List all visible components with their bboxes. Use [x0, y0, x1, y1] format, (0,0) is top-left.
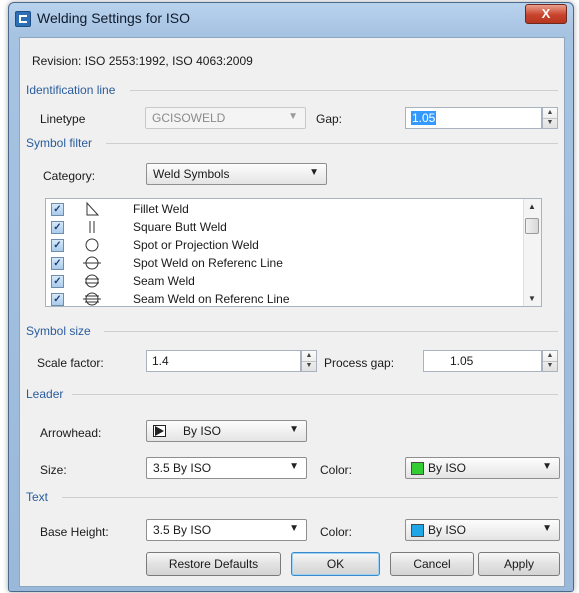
process-gap-spinner[interactable]: ▲ ▼ — [542, 350, 558, 372]
divider — [72, 394, 558, 395]
base-height-value: 3.5 By ISO — [153, 523, 212, 537]
leader-color-value: By ISO — [428, 461, 467, 475]
text-section-label: Text — [26, 490, 49, 504]
linetype-select[interactable]: GCISOWELD ▼ — [145, 107, 306, 129]
process-gap-input[interactable]: 1.05 — [423, 350, 542, 372]
symbol-size-section-label: Symbol size — [26, 324, 91, 338]
seam-weld-icon — [85, 274, 99, 288]
chevron-down-icon: ▼ — [288, 111, 298, 122]
leader-size-label: Size: — [40, 463, 67, 477]
dialog-body: Revision: ISO 2553:1992, ISO 4063:2009 I… — [19, 37, 565, 587]
app-icon — [15, 11, 31, 27]
spot-weld-reference-icon — [83, 256, 101, 270]
list-item-label: Square Butt Weld — [133, 220, 227, 234]
checkbox[interactable]: ✓ — [51, 203, 64, 216]
checkbox[interactable]: ✓ — [51, 293, 64, 306]
spin-down-icon[interactable]: ▼ — [543, 118, 557, 128]
category-label: Category: — [43, 169, 96, 183]
category-select[interactable]: Weld Symbols ▼ — [146, 163, 327, 185]
gap-input[interactable]: 1.05 — [405, 107, 542, 129]
leader-color-label: Color: — [320, 463, 353, 477]
chevron-down-icon: ▼ — [289, 523, 299, 534]
leader-section-label: Leader — [26, 387, 64, 401]
base-height-select[interactable]: 3.5 By ISO ▼ — [146, 519, 307, 541]
symbol-list[interactable]: ✓ Fillet Weld ✓ Square Butt Weld ✓ Spot … — [45, 198, 542, 307]
symbol-filter-section-label: Symbol filter — [26, 136, 93, 150]
list-item-label: Fillet Weld — [133, 202, 189, 216]
scroll-up-icon[interactable]: ▲ — [528, 202, 536, 211]
color-swatch — [411, 524, 424, 537]
gap-value: 1.05 — [411, 111, 437, 125]
spin-down-icon[interactable]: ▼ — [543, 361, 557, 371]
list-item[interactable]: ✓ Seam Weld — [46, 272, 526, 291]
arrowhead-label: Arrowhead: — [40, 426, 102, 440]
scroll-down-icon[interactable]: ▼ — [528, 294, 536, 303]
divider — [130, 90, 558, 91]
scale-factor-spinner[interactable]: ▲ ▼ — [301, 350, 317, 372]
gap-spinner[interactable]: ▲ ▼ — [542, 107, 558, 129]
checkbox[interactable]: ✓ — [51, 239, 64, 252]
restore-defaults-button[interactable]: Restore Defaults — [146, 552, 281, 576]
dialog-window: Welding Settings for ISO X Revision: ISO… — [8, 2, 574, 592]
square-butt-weld-icon — [89, 221, 95, 233]
leader-color-select[interactable]: By ISO ▼ — [405, 457, 560, 479]
chevron-down-icon: ▼ — [289, 461, 299, 472]
cancel-button[interactable]: Cancel — [390, 552, 474, 576]
scale-factor-input[interactable]: 1.4 — [146, 350, 301, 372]
text-color-value: By ISO — [428, 523, 467, 537]
scroll-thumb[interactable] — [525, 218, 539, 234]
scale-factor-value: 1.4 — [152, 354, 169, 368]
scale-factor-label: Scale factor: — [37, 356, 104, 370]
base-height-label: Base Height: — [40, 525, 109, 539]
list-scrollbar[interactable]: ▲ ▼ — [523, 199, 541, 306]
list-item-label: Spot Weld on Referenc Line — [133, 256, 283, 270]
checkbox[interactable]: ✓ — [51, 275, 64, 288]
arrowhead-value: By ISO — [183, 424, 222, 438]
list-item-label: Seam Weld — [133, 274, 195, 288]
color-swatch — [411, 462, 424, 475]
arrowhead-icon — [153, 425, 166, 437]
spin-down-icon[interactable]: ▼ — [302, 361, 316, 371]
linetype-value: GCISOWELD — [152, 111, 226, 125]
list-item[interactable]: ✓ Fillet Weld — [46, 200, 526, 219]
divider — [62, 497, 558, 498]
leader-size-value: 3.5 By ISO — [153, 461, 212, 475]
spot-weld-icon — [85, 238, 99, 252]
text-color-label: Color: — [320, 525, 353, 539]
text-color-select[interactable]: By ISO ▼ — [405, 519, 560, 541]
chevron-down-icon: ▼ — [542, 461, 552, 472]
seam-weld-reference-icon — [83, 292, 101, 306]
revision-text: Revision: ISO 2553:1992, ISO 4063:2009 — [32, 54, 253, 68]
divider — [106, 143, 558, 144]
fillet-weld-icon — [86, 201, 100, 216]
process-gap-value: 1.05 — [450, 354, 474, 368]
process-gap-label: Process gap: — [324, 356, 395, 370]
title-bar[interactable]: Welding Settings for ISO X — [9, 3, 573, 35]
divider — [104, 331, 558, 332]
chevron-down-icon: ▼ — [289, 424, 299, 435]
ok-button[interactable]: OK — [291, 552, 380, 576]
chevron-down-icon: ▼ — [542, 523, 552, 534]
list-item-label: Spot or Projection Weld — [133, 238, 259, 252]
chevron-down-icon: ▼ — [309, 167, 319, 178]
list-item-label: Seam Weld on Referenc Line — [133, 292, 290, 306]
list-item[interactable]: ✓ Seam Weld on Referenc Line — [46, 290, 526, 306]
apply-button[interactable]: Apply — [478, 552, 560, 576]
checkbox[interactable]: ✓ — [51, 257, 64, 270]
linetype-label: Linetype — [40, 112, 86, 126]
category-value: Weld Symbols — [153, 167, 230, 181]
list-item[interactable]: ✓ Spot or Projection Weld — [46, 236, 526, 255]
list-item[interactable]: ✓ Square Butt Weld — [46, 218, 526, 237]
gap-label: Gap: — [316, 112, 343, 126]
leader-size-select[interactable]: 3.5 By ISO ▼ — [146, 457, 307, 479]
checkbox[interactable]: ✓ — [51, 221, 64, 234]
list-item[interactable]: ✓ Spot Weld on Referenc Line — [46, 254, 526, 273]
window-title: Welding Settings for ISO — [37, 10, 191, 26]
identification-section-label: Identification line — [26, 83, 116, 97]
close-button[interactable]: X — [525, 4, 567, 24]
arrowhead-select[interactable]: By ISO ▼ — [146, 420, 307, 442]
